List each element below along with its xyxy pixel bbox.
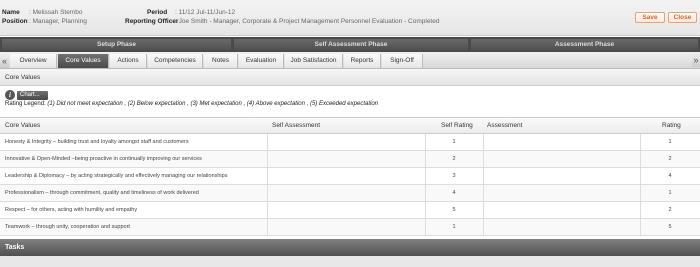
info-icon: i	[5, 90, 15, 100]
table-row[interactable]: Innovative & Open-Minded –being proactiv…	[0, 151, 700, 168]
core-value-cell: Respect – for others, acting with humili…	[5, 207, 138, 213]
assessment-cell[interactable]	[487, 168, 637, 184]
tab-overview[interactable]: Overview	[10, 54, 57, 68]
self-rating-cell[interactable]: 1	[425, 134, 483, 150]
self-assessment-cell[interactable]	[272, 151, 422, 167]
phase-bar: Setup Phase Self Assessment Phase Assess…	[0, 37, 700, 52]
assessment-cell[interactable]	[487, 185, 637, 201]
tab-evaluation[interactable]: Evaluation	[239, 54, 284, 68]
chevron-right-icon[interactable]: »	[692, 53, 700, 67]
tab-actions[interactable]: Actions	[110, 54, 147, 68]
rating-legend: Rating Legend: (1) Did not meet expectat…	[5, 101, 378, 107]
period-label: Period	[147, 9, 168, 16]
table-row[interactable]: Teamwork – through unity, cooperation an…	[0, 219, 700, 236]
self-assessment-cell[interactable]	[272, 168, 422, 184]
tab-job-satisfaction[interactable]: Job Satisfaction	[285, 54, 343, 68]
phase-assessment[interactable]: Assessment Phase	[471, 39, 698, 50]
tab-reports[interactable]: Reports	[344, 54, 381, 68]
table-row[interactable]: Professionalism – through commitment, qu…	[0, 185, 700, 202]
self-assessment-cell[interactable]	[272, 185, 422, 201]
table-header: Core Values Self Assessment Self Rating …	[0, 117, 700, 134]
table-row[interactable]: Respect – for others, acting with humili…	[0, 202, 700, 219]
name-row: Name : Melissah Stembo	[2, 9, 82, 16]
tab-bar: « Overview Core Values Actions Competenc…	[0, 52, 700, 69]
name-label: Name	[2, 9, 20, 16]
reporting-officer-value: : Joe Smith - Manager, Corporate & Proje…	[175, 18, 440, 25]
rating-cell[interactable]: 2	[640, 151, 700, 167]
employee-header: Name : Melissah Stembo Position : Manage…	[0, 0, 700, 36]
rating-cell[interactable]: 2	[640, 202, 700, 218]
table-row[interactable]: Honesty & Integrity – building trust and…	[0, 134, 700, 151]
tab-sign-off[interactable]: Sign-Off	[382, 54, 423, 68]
rating-cell[interactable]: 1	[640, 185, 700, 201]
name-value: : Melissah Stembo	[29, 9, 83, 16]
self-rating-cell[interactable]: 4	[425, 185, 483, 201]
core-value-cell: Leadership & Diplomacy – by acting strat…	[5, 173, 228, 179]
tab-competencies[interactable]: Competencies	[148, 54, 203, 68]
col-core-values: Core Values	[5, 122, 41, 129]
core-value-cell: Honesty & Integrity – building trust and…	[5, 139, 189, 145]
phase-self-assessment[interactable]: Self Assessment Phase	[234, 39, 468, 50]
assessment-cell[interactable]	[487, 202, 637, 218]
self-rating-cell[interactable]: 5	[425, 202, 483, 218]
position-value: : Manager, Planning	[29, 18, 87, 25]
col-assessment: Assessment	[487, 122, 523, 129]
rating-cell[interactable]: 5	[640, 219, 700, 235]
save-button[interactable]: Save	[635, 12, 665, 23]
tab-core-values[interactable]: Core Values	[58, 54, 109, 68]
core-value-cell: Innovative & Open-Minded –being proactiv…	[5, 156, 202, 162]
phase-setup[interactable]: Setup Phase	[2, 39, 231, 50]
self-rating-cell[interactable]: 2	[425, 151, 483, 167]
core-value-cell: Professionalism – through commitment, qu…	[5, 190, 199, 196]
rating-legend-label: Rating Legend:	[5, 101, 46, 107]
section-title: Core Values	[0, 69, 700, 86]
rating-cell[interactable]: 1	[640, 134, 700, 150]
col-self-rating: Self Rating	[441, 122, 473, 129]
self-assessment-cell[interactable]	[272, 202, 422, 218]
assessment-cell[interactable]	[487, 134, 637, 150]
self-rating-cell[interactable]: 3	[425, 168, 483, 184]
bottom-bar	[0, 256, 700, 267]
tab-notes[interactable]: Notes	[204, 54, 238, 68]
chart-button[interactable]: Chart...	[17, 91, 48, 100]
position-label: Position	[2, 18, 28, 25]
close-button[interactable]: Close	[668, 12, 697, 23]
period-value: : 11/12 Jul-11/Jun-12	[175, 9, 236, 16]
chevron-left-icon[interactable]: «	[0, 54, 9, 68]
assessment-cell[interactable]	[487, 219, 637, 235]
reporting-officer-label: Reporting Officer	[125, 18, 179, 25]
assessment-cell[interactable]	[487, 151, 637, 167]
col-rating: Rating	[662, 122, 681, 129]
position-row: Position : Manager, Planning	[2, 18, 87, 25]
tasks-section-header[interactable]: Tasks	[0, 239, 700, 256]
self-assessment-cell[interactable]	[272, 219, 422, 235]
core-value-cell: Teamwork – through unity, cooperation an…	[5, 224, 130, 230]
rating-legend-text: (1) Did not meet expectation , (2) Below…	[47, 101, 378, 107]
rating-cell[interactable]: 4	[640, 168, 700, 184]
self-rating-cell[interactable]: 1	[425, 219, 483, 235]
table-row[interactable]: Leadership & Diplomacy – by acting strat…	[0, 168, 700, 185]
col-self-assessment: Self Assessment	[272, 122, 321, 129]
self-assessment-cell[interactable]	[272, 134, 422, 150]
